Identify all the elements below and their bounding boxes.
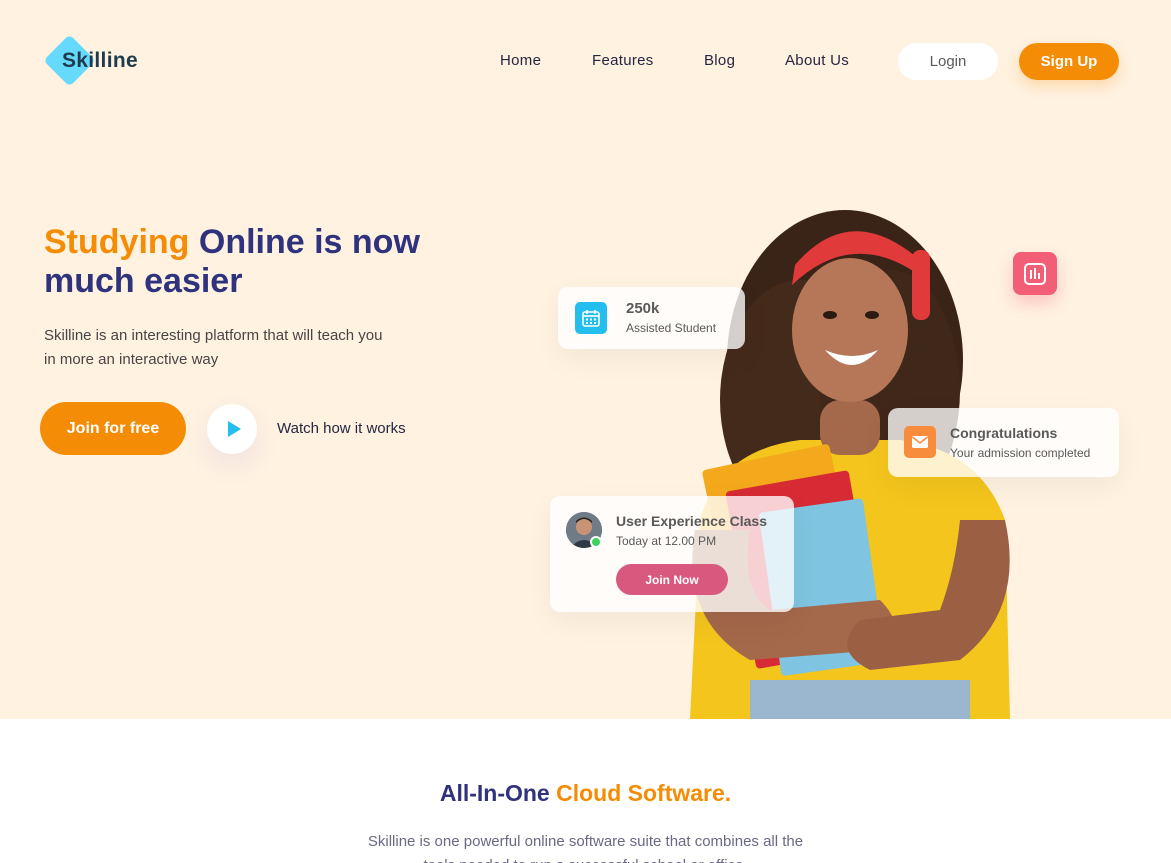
user-experience-class-card: User Experience Class Today at 12.00 PM … bbox=[550, 496, 794, 612]
section-title: All-In-One Cloud Software. bbox=[0, 780, 1171, 807]
students-count: 250k bbox=[626, 300, 660, 317]
play-icon bbox=[227, 421, 241, 437]
section-title-accent: Cloud Software. bbox=[556, 780, 732, 806]
assisted-student-card: 250k Assisted Student bbox=[558, 287, 745, 349]
nav-features[interactable]: Features bbox=[592, 52, 654, 69]
signup-button[interactable]: Sign Up bbox=[1019, 43, 1119, 80]
headline-accent: Studying bbox=[44, 223, 190, 261]
login-button[interactable]: Login bbox=[898, 43, 998, 80]
join-for-free-button[interactable]: Join for free bbox=[40, 402, 186, 455]
bar-chart-icon bbox=[1013, 252, 1057, 295]
section-description-line-2: tools needed to run a successful school … bbox=[0, 854, 1171, 863]
students-label: Assisted Student bbox=[626, 321, 717, 335]
hero-subtext: Skilline is an interesting platform that… bbox=[44, 327, 383, 368]
join-now-button[interactable]: Join Now bbox=[616, 564, 728, 595]
brand-logo[interactable]: Skilline bbox=[43, 34, 164, 88]
congratulations-title: Congratulations bbox=[950, 425, 1058, 441]
mail-icon bbox=[904, 426, 936, 458]
section-description-line-1: Skilline is one powerful online software… bbox=[367, 833, 804, 850]
congratulations-subtitle: Your admission completed bbox=[950, 446, 1091, 460]
brand-name: Skilline bbox=[62, 49, 138, 72]
online-status-indicator bbox=[590, 536, 602, 548]
nav-blog[interactable]: Blog bbox=[704, 52, 735, 69]
calendar-icon bbox=[575, 302, 607, 334]
watch-how-it-works-link[interactable]: Watch how it works bbox=[277, 420, 406, 437]
play-video-button[interactable] bbox=[207, 404, 257, 454]
section-title-main: All-In-One bbox=[439, 780, 557, 806]
congratulations-card: Congratulations Your admission completed bbox=[888, 408, 1119, 477]
hero-section: Skilline Home Features Blog About Us Log… bbox=[0, 0, 1171, 719]
nav-home[interactable]: Home bbox=[500, 52, 541, 69]
nav-about-us[interactable]: About Us bbox=[785, 52, 849, 69]
hero-headline: Studying Online is now much easier bbox=[44, 223, 484, 301]
class-time: Today at 12.00 PM bbox=[616, 534, 717, 548]
class-title: User Experience Class bbox=[616, 513, 767, 529]
